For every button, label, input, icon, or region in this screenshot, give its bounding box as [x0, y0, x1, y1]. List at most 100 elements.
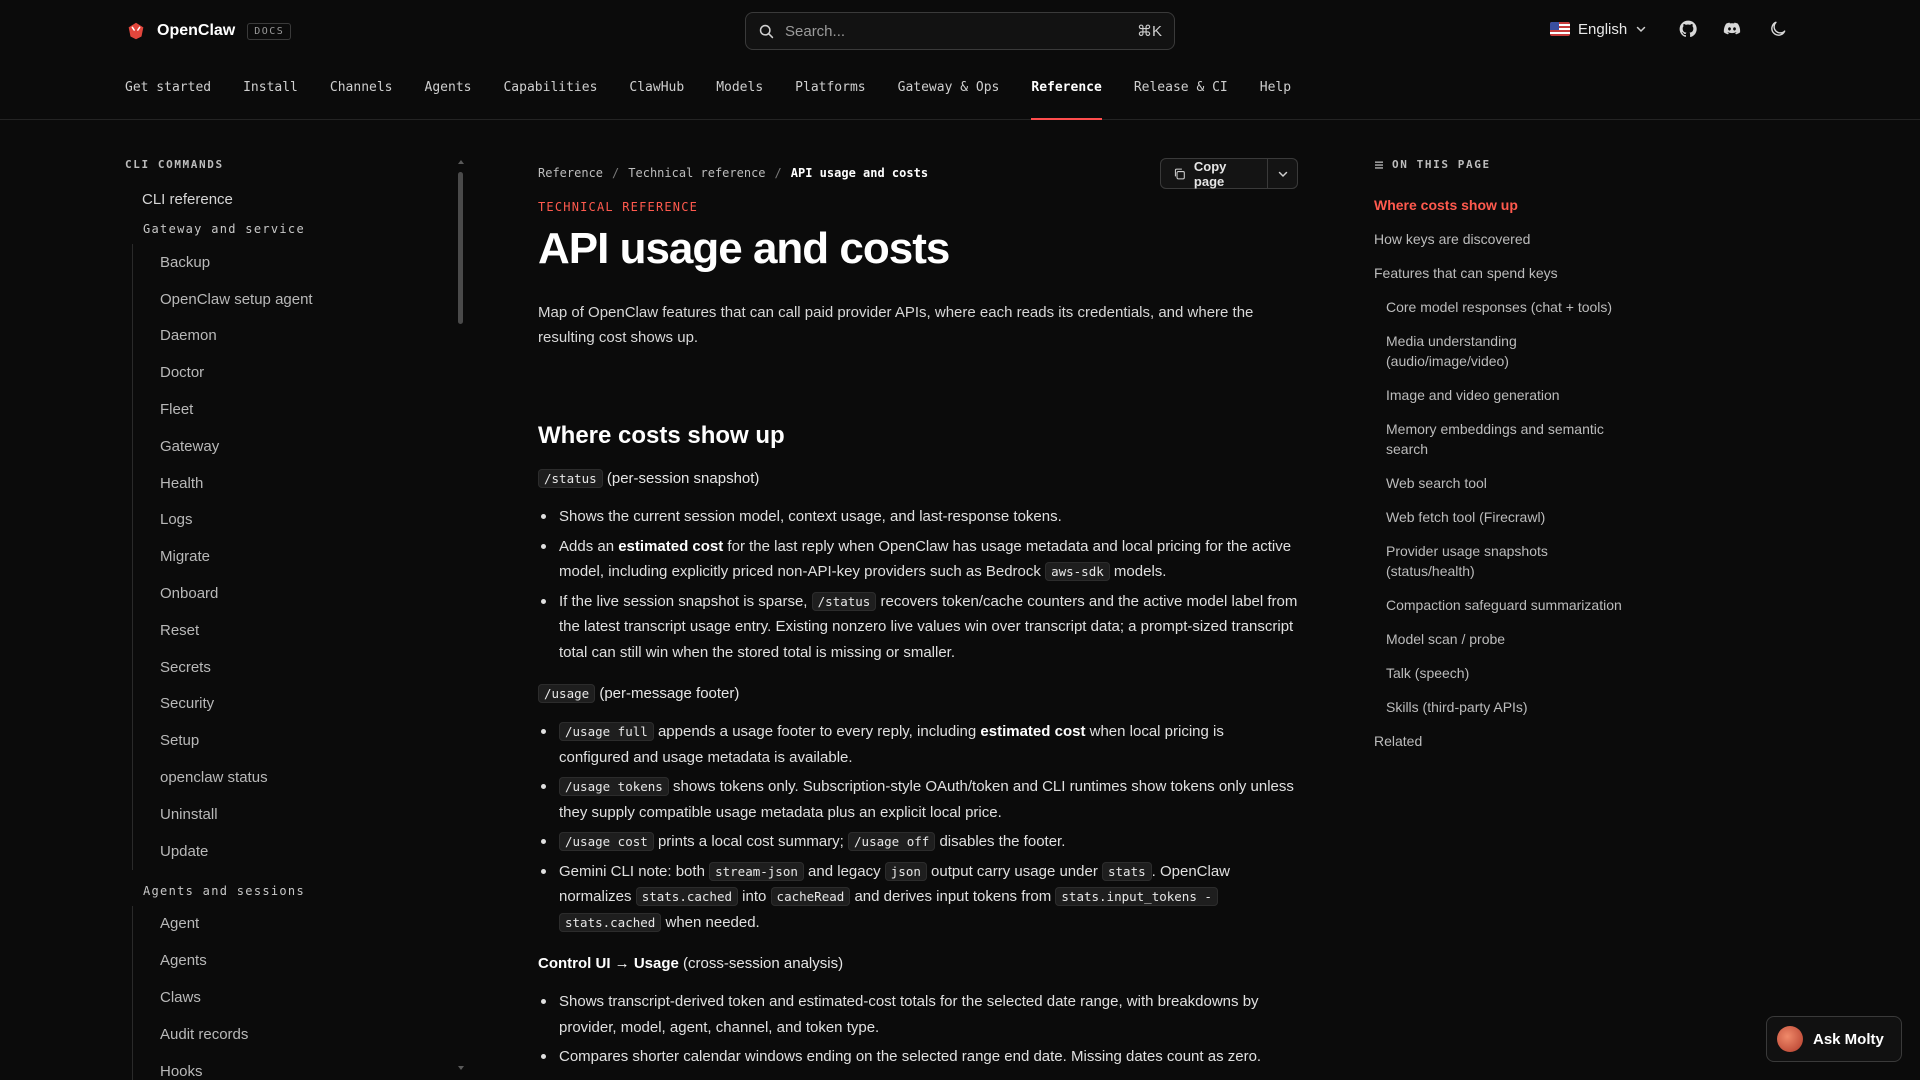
- inline-code: cacheRead: [770, 887, 851, 906]
- text: models.: [1109, 563, 1167, 580]
- sidebar-group-list: Agent Agents Claws Audit records Hooks: [132, 905, 465, 1080]
- toc-item-talk-speech[interactable]: Talk (speech): [1374, 663, 1634, 683]
- nav-capabilities[interactable]: Capabilities: [503, 80, 597, 120]
- sidebar-item-backup[interactable]: Backup: [160, 244, 465, 281]
- toc-item-features-that-can-spend-keys[interactable]: Features that can spend keys: [1374, 263, 1634, 283]
- search-box[interactable]: Search... ⌘K: [745, 12, 1175, 50]
- nav-reference[interactable]: Reference: [1031, 80, 1103, 120]
- sidebar-item-setup[interactable]: Setup: [160, 722, 465, 759]
- sidebar-item-daemon[interactable]: Daemon: [160, 318, 465, 355]
- github-button[interactable]: [1677, 18, 1699, 40]
- list-item: Shows the current session model, context…: [538, 504, 1298, 530]
- list-item: /usage tokens shows tokens only. Subscri…: [538, 774, 1298, 825]
- list-item: If the live session snapshot is sparse, …: [538, 589, 1298, 666]
- usage-list: /usage full appends a usage footer to ev…: [538, 719, 1298, 935]
- language-selector[interactable]: English: [1550, 21, 1647, 38]
- list-icon: [1375, 161, 1383, 169]
- text: If the live session snapshot is sparse,: [559, 592, 812, 610]
- ask-molty-button[interactable]: Ask Molty: [1766, 1016, 1902, 1062]
- text: prints a local cost summary;: [653, 833, 849, 850]
- sidebar-item-setup-agent[interactable]: OpenClaw setup agent: [160, 281, 465, 318]
- brand-name: OpenClaw: [157, 22, 236, 39]
- sidebar-item-agent[interactable]: Agent: [160, 906, 465, 943]
- page-title: API usage and costs: [538, 224, 950, 273]
- sidebar-scrollbar[interactable]: [458, 160, 464, 1070]
- discord-icon: [1724, 22, 1741, 35]
- sidebar-item-audit-records[interactable]: Audit records: [160, 1016, 465, 1053]
- nav-models[interactable]: Models: [716, 80, 763, 120]
- bold-text: estimated cost: [618, 537, 724, 555]
- sidebar-item-migrate[interactable]: Migrate: [160, 538, 465, 575]
- nav-platforms[interactable]: Platforms: [795, 80, 865, 120]
- sidebar-item-reset[interactable]: Reset: [160, 612, 465, 649]
- sidebar-item-doctor[interactable]: Doctor: [160, 354, 465, 391]
- scroll-down-arrow-icon[interactable]: [458, 1066, 464, 1070]
- sidebar-item-logs[interactable]: Logs: [160, 502, 465, 539]
- bold-text: estimated cost: [980, 723, 1086, 740]
- toc-item-image-video-generation[interactable]: Image and video generation: [1374, 385, 1634, 405]
- toc-item-memory-embeddings[interactable]: Memory embeddings and semantic search: [1374, 419, 1634, 459]
- toc-item-compaction-safeguard[interactable]: Compaction safeguard summarization: [1374, 595, 1634, 615]
- inline-code: /usage tokens: [559, 777, 669, 796]
- toc-item-related[interactable]: Related: [1374, 731, 1634, 751]
- toc-item-how-keys-are-discovered[interactable]: How keys are discovered: [1374, 229, 1634, 249]
- toc-heading: ON THIS PAGE: [1374, 158, 1634, 171]
- sidebar-item-agents[interactable]: Agents: [160, 942, 465, 979]
- list-item: Adds an estimated cost for the last repl…: [538, 534, 1298, 585]
- sidebar: CLI COMMANDS CLI reference Gateway and s…: [125, 150, 465, 1080]
- main-content: Reference / Technical reference / API us…: [538, 158, 1298, 1074]
- toc-item-core-model-responses[interactable]: Core model responses (chat + tools): [1374, 297, 1634, 317]
- top-right-controls: English: [1550, 18, 1789, 40]
- toc-item-web-search-tool[interactable]: Web search tool: [1374, 473, 1634, 493]
- sidebar-item-update[interactable]: Update: [160, 833, 465, 870]
- nav-gateway-ops[interactable]: Gateway & Ops: [898, 80, 1000, 120]
- control-ui-heading: Control UI → Usage (cross-session analys…: [538, 953, 1298, 975]
- toc-item-provider-usage-snapshots[interactable]: Provider usage snapshots (status/health): [1374, 541, 1634, 581]
- text: when needed.: [661, 913, 760, 931]
- nav-get-started[interactable]: Get started: [125, 80, 211, 120]
- copy-page-dropdown[interactable]: [1268, 158, 1298, 189]
- nav-install[interactable]: Install: [243, 80, 298, 120]
- sidebar-item-gateway[interactable]: Gateway: [160, 428, 465, 465]
- theme-toggle-button[interactable]: [1767, 18, 1789, 40]
- moon-icon: [1771, 21, 1786, 36]
- text: shows tokens only. Subscription-style OA…: [559, 778, 1294, 821]
- search-placeholder: Search...: [785, 22, 846, 40]
- sidebar-scroll-thumb[interactable]: [458, 172, 463, 324]
- sidebar-item-health[interactable]: Health: [160, 465, 465, 502]
- toc-item-web-fetch-tool[interactable]: Web fetch tool (Firecrawl): [1374, 507, 1634, 527]
- breadcrumb-reference[interactable]: Reference: [538, 166, 603, 180]
- sidebar-item-uninstall[interactable]: Uninstall: [160, 796, 465, 833]
- toc-item-skills[interactable]: Skills (third-party APIs): [1374, 697, 1634, 717]
- nav-channels[interactable]: Channels: [330, 80, 393, 120]
- nav-clawhub[interactable]: ClawHub: [629, 80, 684, 120]
- discord-button[interactable]: [1721, 18, 1743, 40]
- control-ui-label: Control UI → Usage: [538, 955, 679, 972]
- text: Shows transcript-derived token and estim…: [559, 993, 1259, 1036]
- nav-help[interactable]: Help: [1260, 80, 1291, 120]
- usage-heading: /usage (per-message footer): [538, 683, 1298, 705]
- brand-logo[interactable]: OpenClaw DOCS: [125, 20, 292, 42]
- sidebar-group-agents-and-sessions[interactable]: Agents and sessions: [143, 884, 465, 898]
- sidebar-item-onboard[interactable]: Onboard: [160, 575, 465, 612]
- toc-item-where-costs-show-up[interactable]: Where costs show up: [1374, 195, 1634, 215]
- scroll-up-arrow-icon[interactable]: [458, 160, 464, 164]
- nav-agents[interactable]: Agents: [425, 80, 472, 120]
- nav-release-ci[interactable]: Release & CI: [1134, 80, 1228, 120]
- sidebar-item-security[interactable]: Security: [160, 686, 465, 723]
- sidebar-item-fleet[interactable]: Fleet: [160, 391, 465, 428]
- sidebar-group-gateway-and-service[interactable]: Gateway and service: [143, 222, 465, 236]
- sidebar-item-secrets[interactable]: Secrets: [160, 649, 465, 686]
- copy-icon: [1174, 168, 1185, 179]
- status-list: Shows the current session model, context…: [538, 504, 1298, 665]
- search-shortcut: ⌘K: [1136, 23, 1162, 40]
- chevron-down-icon: [1636, 26, 1646, 33]
- sidebar-item-hooks[interactable]: Hooks: [160, 1053, 465, 1080]
- sidebar-item-claws[interactable]: Claws: [160, 979, 465, 1016]
- copy-page-button[interactable]: Copy page: [1160, 158, 1269, 189]
- sidebar-item-cli-reference[interactable]: CLI reference: [142, 191, 465, 208]
- toc-item-media-understanding[interactable]: Media understanding (audio/image/video): [1374, 331, 1634, 371]
- breadcrumb-technical-reference[interactable]: Technical reference: [628, 166, 765, 180]
- toc-item-model-scan-probe[interactable]: Model scan / probe: [1374, 629, 1634, 649]
- sidebar-item-openclaw-status[interactable]: openclaw status: [160, 759, 465, 796]
